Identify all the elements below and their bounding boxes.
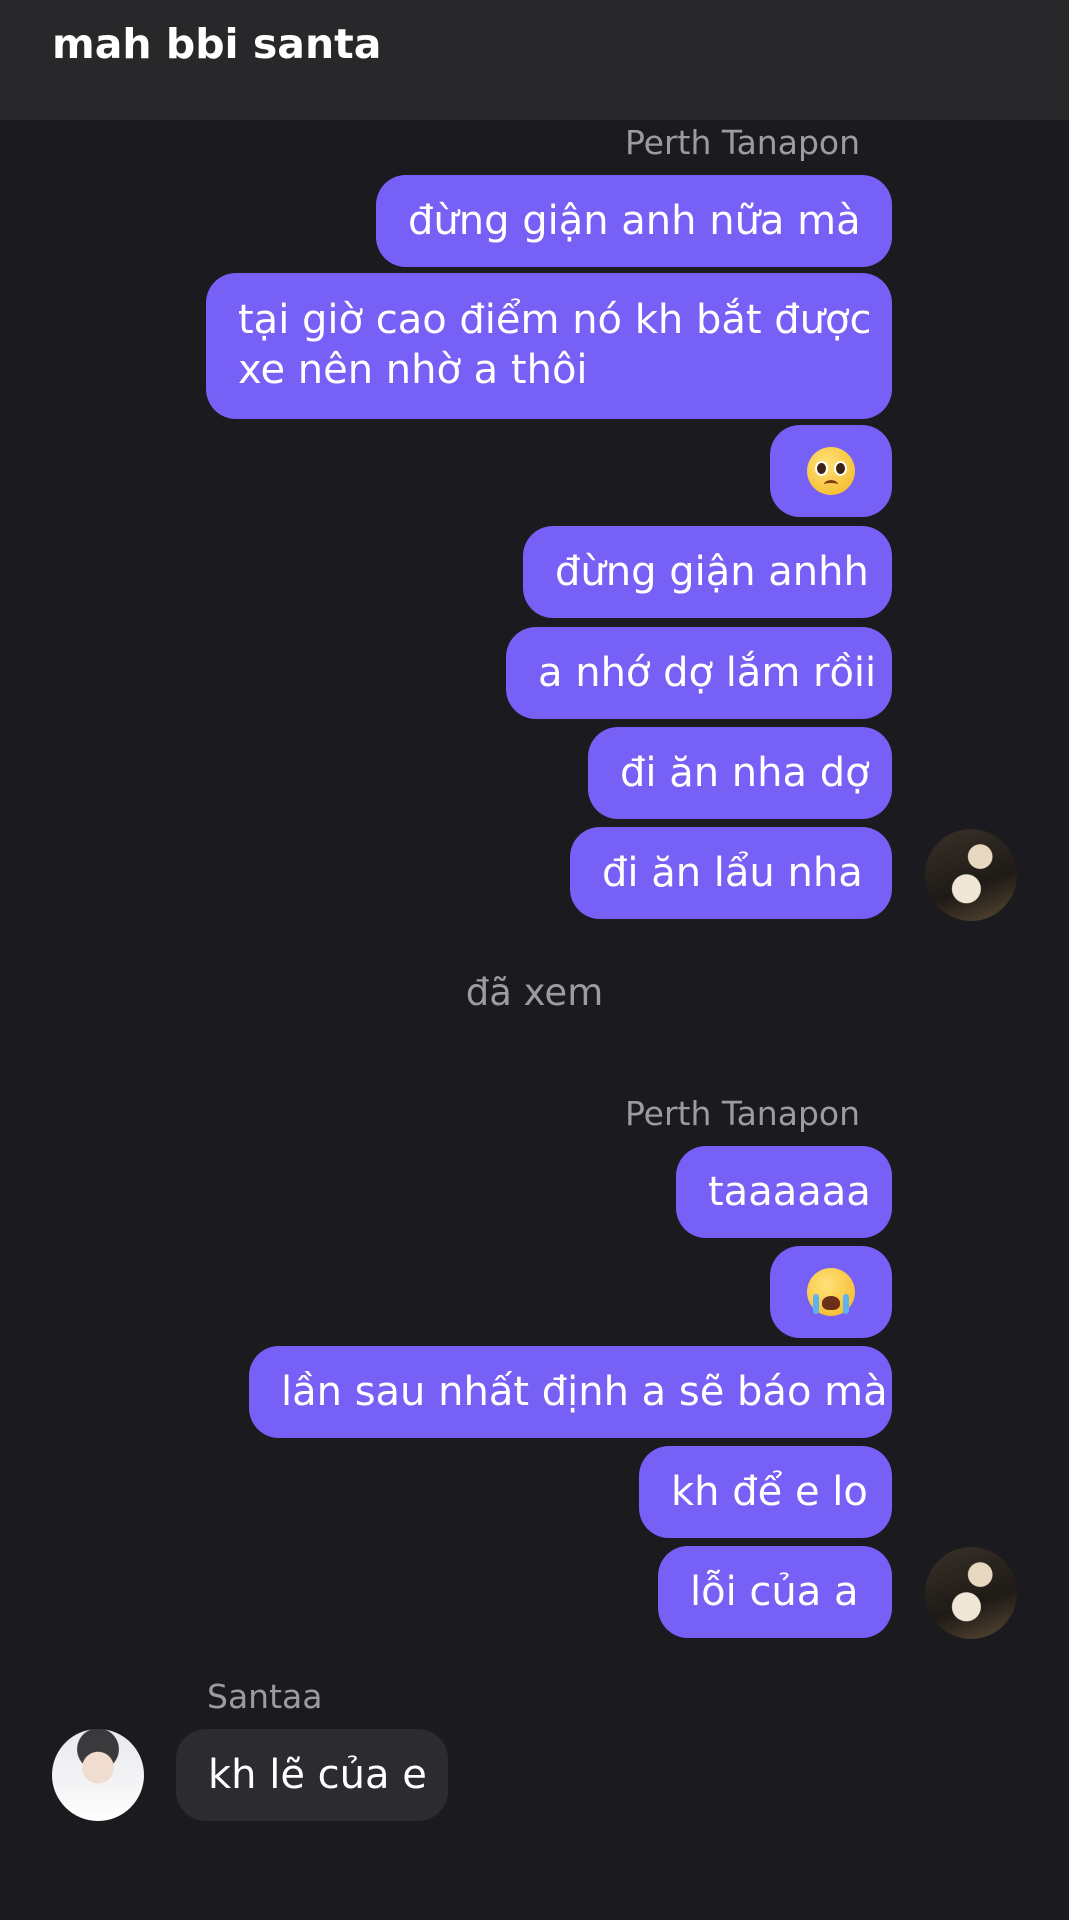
message-bubble[interactable]: tại giờ cao điểm nó kh bắt được xe nên n…	[206, 273, 892, 419]
message-text: a nhớ dợ lắm rồii	[538, 650, 877, 696]
message-bubble[interactable]: lần sau nhất định a sẽ báo mà	[249, 1346, 892, 1438]
loudly-crying-face-icon	[807, 1268, 855, 1316]
message-bubble[interactable]: kh để e lo	[639, 1446, 892, 1538]
message-bubble[interactable]: a nhớ dợ lắm rồii	[506, 627, 892, 719]
message-bubble[interactable]	[770, 1246, 892, 1338]
avatar[interactable]	[52, 1729, 144, 1821]
sender-name: Perth Tanapon	[624, 123, 860, 162]
chat-header: mah bbi santa	[0, 0, 1069, 120]
sender-name: Santaa	[207, 1677, 323, 1716]
pleading-face-icon	[807, 447, 855, 495]
message-bubble[interactable]: đi ăn nha dợ	[588, 727, 892, 819]
sender-name: Perth Tanapon	[624, 1094, 860, 1133]
message-bubble[interactable]: đừng giận anhh	[523, 526, 892, 618]
message-text: taaaaaa	[708, 1169, 871, 1215]
message-text: kh lẽ của e	[208, 1752, 427, 1798]
message-bubble[interactable]	[770, 425, 892, 517]
message-bubble[interactable]: đừng giận anh nữa mà	[376, 175, 892, 267]
message-bubble[interactable]: đi ăn lẩu nha	[570, 827, 892, 919]
message-text: lỗi của a	[690, 1569, 859, 1615]
message-text: xe nên nhờ a thôi	[238, 347, 588, 393]
message-text: đừng giận anh nữa mà	[408, 198, 861, 244]
seen-status: đã xem	[465, 971, 604, 1014]
message-bubble[interactable]: kh lẽ của e	[176, 1729, 448, 1821]
message-text: đi ăn lẩu nha	[602, 850, 863, 896]
message-bubble[interactable]: taaaaaa	[676, 1146, 892, 1238]
avatar[interactable]	[925, 1547, 1017, 1639]
message-text: lần sau nhất định a sẽ báo mà	[281, 1369, 888, 1415]
message-text: tại giờ cao điểm nó kh bắt được	[238, 297, 872, 343]
message-text: đừng giận anhh	[555, 549, 869, 595]
message-text: kh để e lo	[671, 1469, 868, 1515]
chat-title[interactable]: mah bbi santa	[52, 16, 381, 72]
avatar[interactable]	[925, 829, 1017, 921]
message-text: đi ăn nha dợ	[620, 750, 870, 796]
message-bubble[interactable]: lỗi của a	[658, 1546, 892, 1638]
